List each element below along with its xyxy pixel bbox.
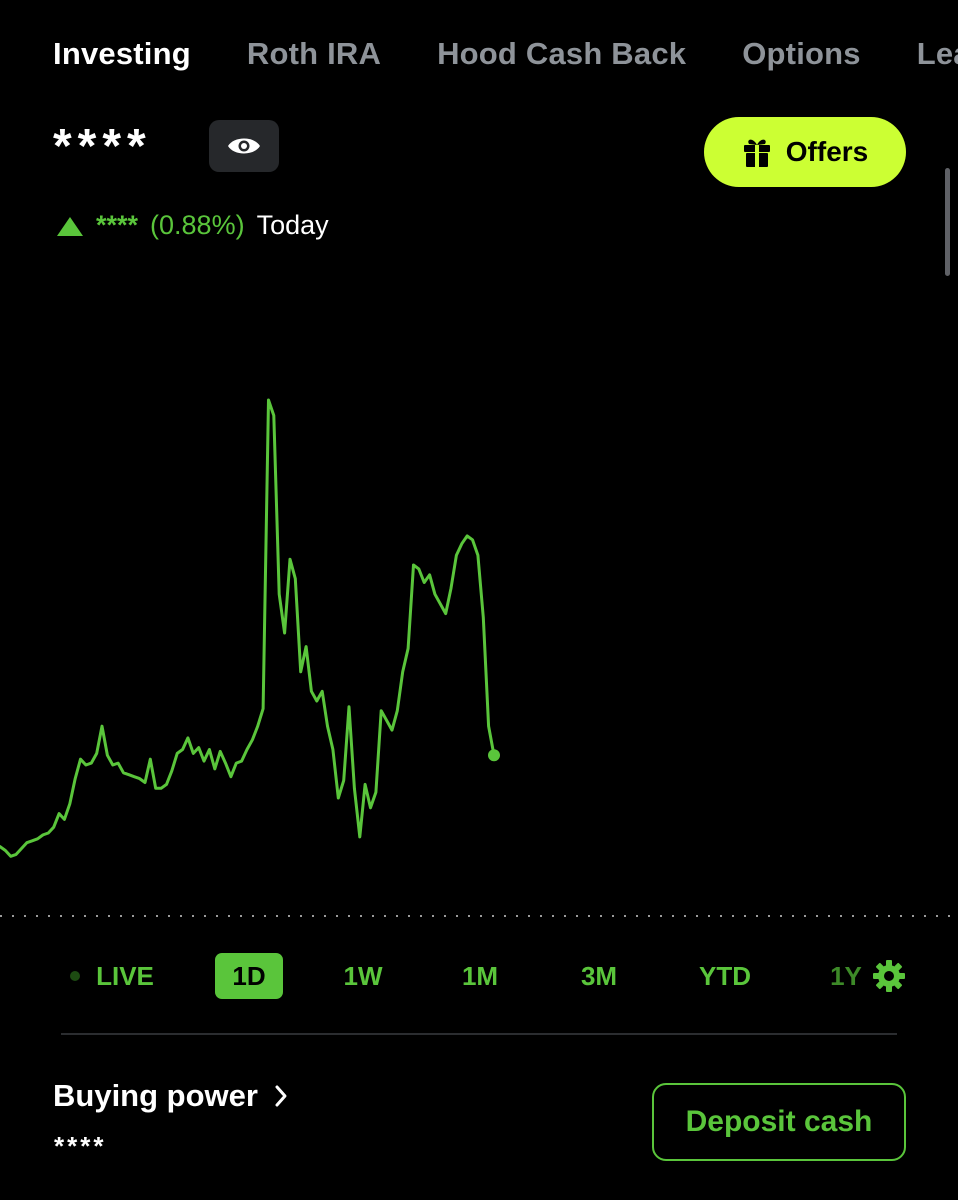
- tab-hood-cash-back[interactable]: Hood Cash Back: [437, 36, 686, 72]
- time-range-selector: LIVE 1D 1W 1M 3M YTD 1Y: [0, 953, 958, 999]
- scrollbar[interactable]: [945, 168, 950, 276]
- gear-icon[interactable]: [872, 959, 906, 993]
- offers-label: Offers: [785, 136, 869, 167]
- eye-icon: [228, 138, 260, 154]
- buying-power-value: ****: [54, 1131, 107, 1161]
- change-percent: (0.88%): [150, 210, 245, 240]
- range-1w[interactable]: 1W: [333, 953, 393, 999]
- range-live[interactable]: LIVE: [92, 953, 158, 999]
- tab-options[interactable]: Options: [742, 36, 861, 72]
- divider: [61, 1033, 897, 1035]
- tab-investing[interactable]: Investing: [53, 36, 191, 72]
- gift-icon: [743, 139, 770, 167]
- chart-series-line: [0, 398, 496, 858]
- portfolio-chart[interactable]: [0, 300, 958, 930]
- account-tabs: Investing Roth IRA Hood Cash Back Option…: [53, 36, 958, 72]
- range-1m[interactable]: 1M: [450, 953, 510, 999]
- chart-last-point: [488, 749, 500, 762]
- offers-button[interactable]: Offers: [704, 117, 906, 187]
- range-3m[interactable]: 3M: [568, 953, 630, 999]
- tab-roth-ira[interactable]: Roth IRA: [247, 36, 381, 72]
- range-1y[interactable]: 1Y: [826, 953, 866, 999]
- change-value: ****: [96, 210, 139, 240]
- buying-power-link[interactable]: Buying power: [53, 1078, 288, 1114]
- change-period: Today: [256, 210, 329, 240]
- live-indicator-dot: [70, 971, 80, 981]
- portfolio-value: ****: [53, 120, 152, 173]
- chevron-right-icon: [275, 1085, 287, 1107]
- toggle-visibility-button[interactable]: [209, 120, 279, 172]
- daily-change: **** (0.88%) Today: [56, 210, 329, 241]
- deposit-cash-button[interactable]: Deposit cash: [652, 1083, 906, 1161]
- portfolio-screen: Investing Roth IRA Hood Cash Back Option…: [0, 0, 958, 1200]
- buying-power-label: Buying power: [53, 1078, 258, 1113]
- range-1d[interactable]: 1D: [215, 953, 283, 999]
- range-ytd[interactable]: YTD: [690, 953, 760, 999]
- triangle-up-icon: [57, 216, 83, 236]
- tab-leap[interactable]: Leap: [917, 36, 958, 72]
